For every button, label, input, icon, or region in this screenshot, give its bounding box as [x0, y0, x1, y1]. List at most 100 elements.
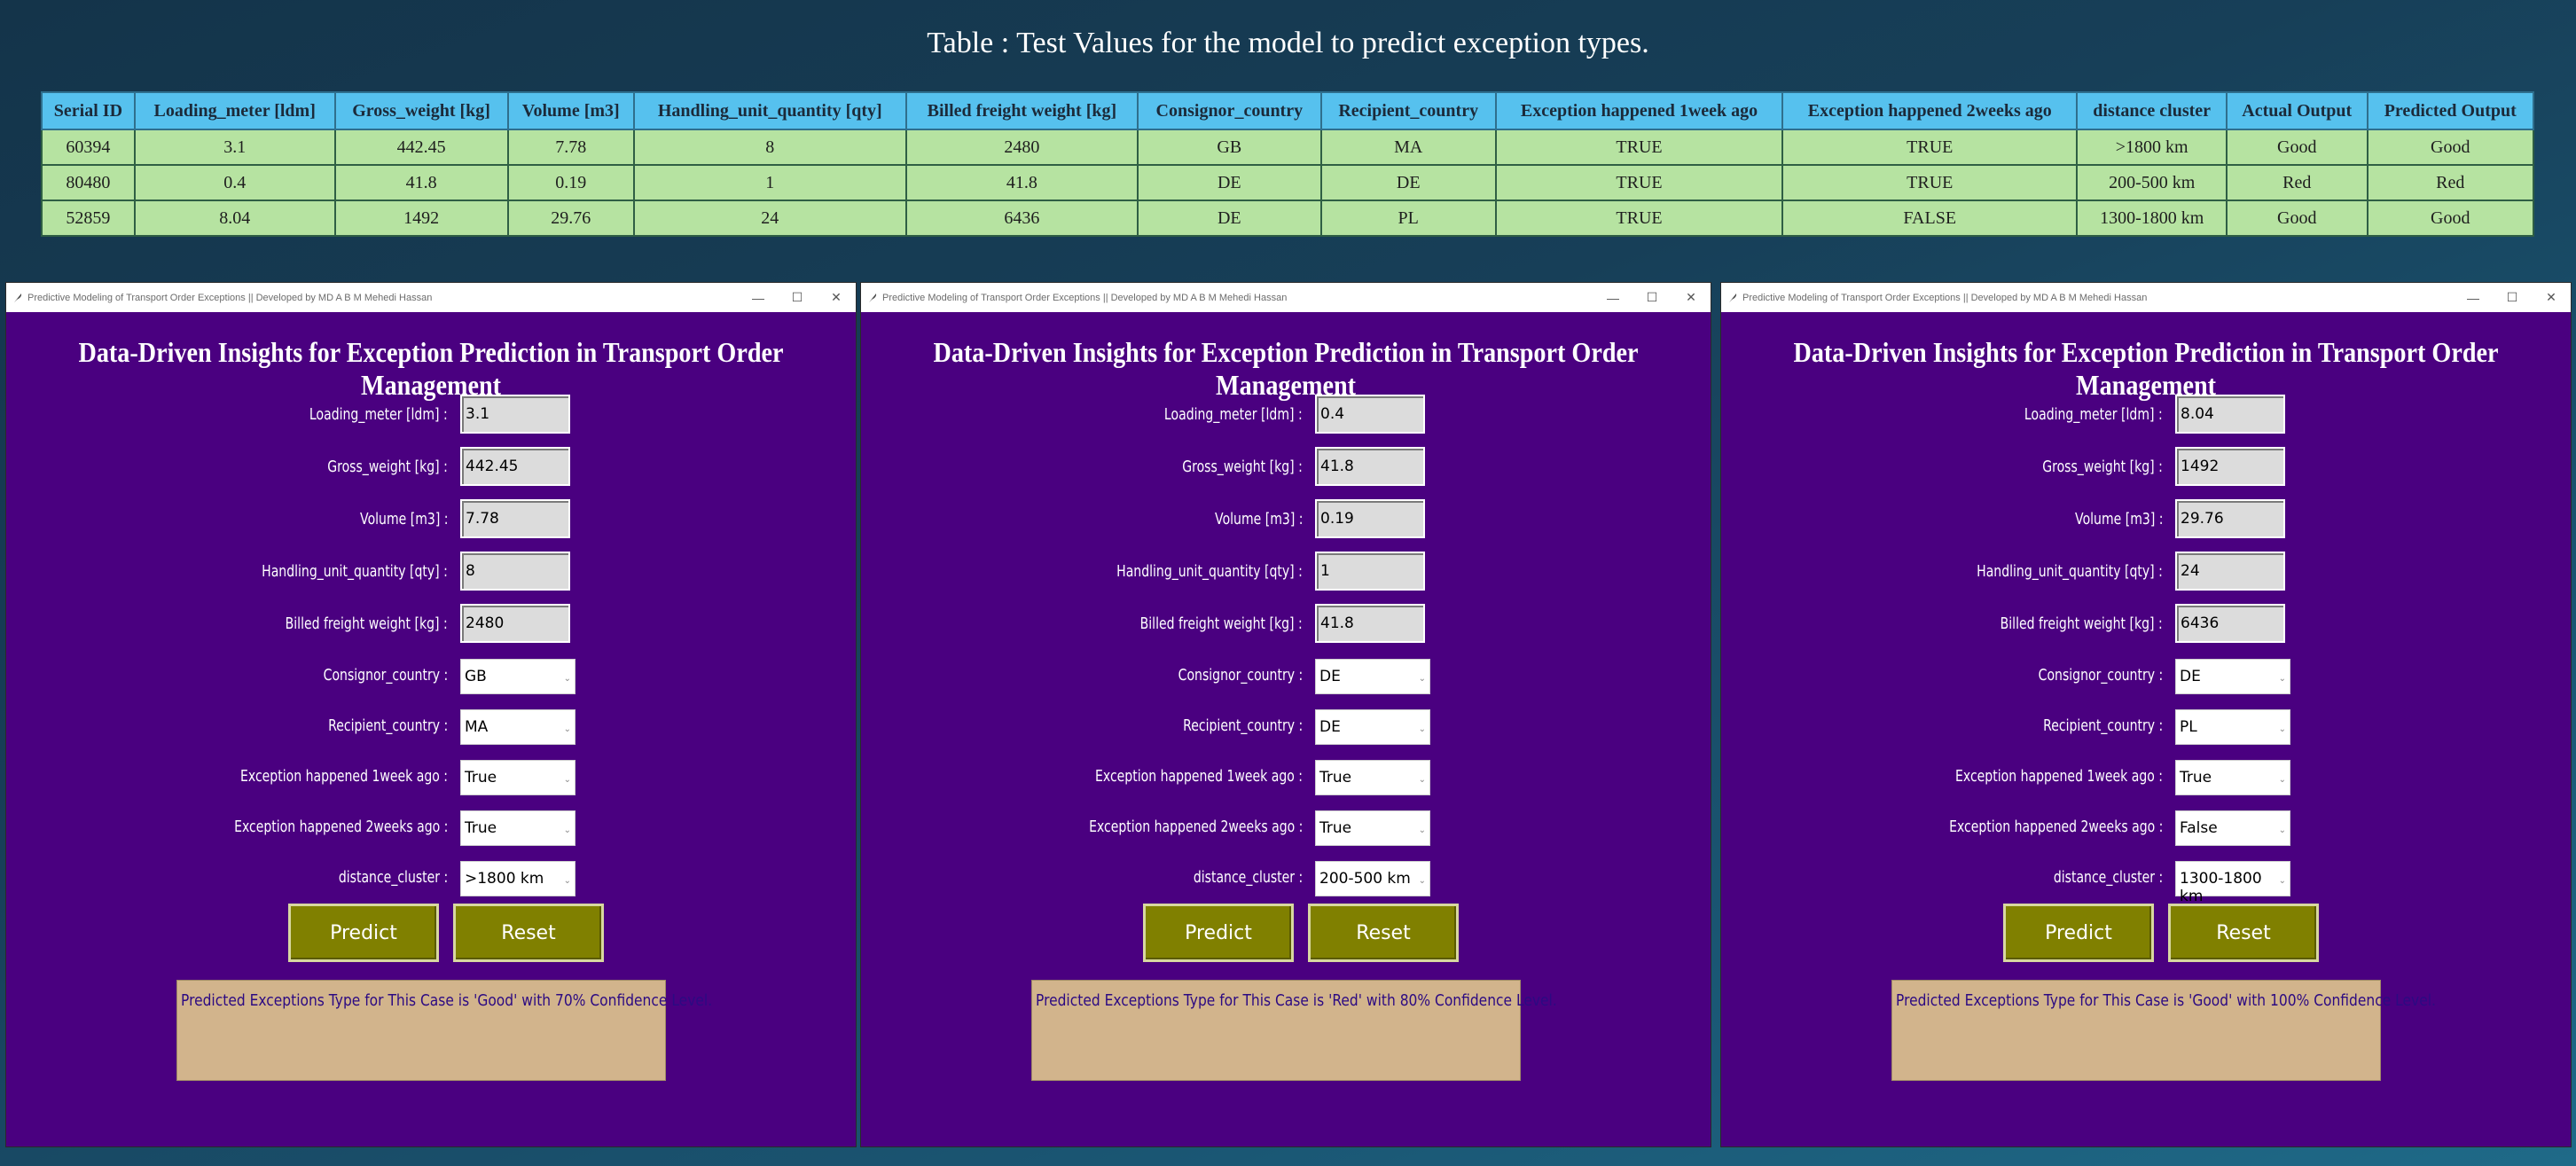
exception-1week-select[interactable]: True ⌄	[2175, 760, 2290, 795]
minimize-icon[interactable]: —	[1593, 291, 1633, 305]
maximize-icon[interactable]: ☐	[2493, 290, 2532, 305]
table-cell: 1	[632, 164, 907, 201]
table-cell: MA	[1319, 129, 1497, 166]
field-row-exception-1week: Exception happened 1week ago : True ⌄	[861, 756, 1711, 801]
maximize-icon[interactable]: ☐	[778, 290, 817, 305]
table-header-row: Serial ID Loading_meter [ldm] Gross_weig…	[41, 91, 2534, 130]
table-cell: 1492	[333, 200, 509, 237]
prediction-result-text: Predicted Exceptions Type for This Case …	[1896, 991, 2436, 1010]
exception-1week-select[interactable]: True ⌄	[460, 760, 575, 795]
feather-icon	[14, 293, 22, 302]
minimize-icon[interactable]: —	[2454, 291, 2493, 305]
field-row-handling-unit-quantity: Handling_unit_quantity [qty] : 1	[861, 552, 1711, 596]
loading-meter-label: Loading_meter [ldm] :	[1164, 405, 1303, 424]
reset-button[interactable]: Reset	[2168, 904, 2319, 962]
table-cell: Good	[2226, 129, 2369, 166]
predict-button[interactable]: Predict	[1143, 904, 1294, 962]
billed-freight-weight-input[interactable]: 6436	[2175, 604, 2285, 643]
handling-unit-quantity-input[interactable]: 1	[1315, 552, 1425, 591]
consignor-country-select[interactable]: GB ⌄	[460, 659, 575, 694]
table-cell: Good	[2366, 200, 2534, 237]
exception-2weeks-select[interactable]: True ⌄	[460, 810, 575, 846]
predict-button[interactable]: Predict	[2003, 904, 2154, 962]
consignor-country-label: Consignor_country :	[323, 666, 448, 685]
gross-weight-input[interactable]: 1492	[2175, 447, 2285, 486]
table-cell: FALSE	[1781, 200, 2079, 237]
loading-meter-input[interactable]: 3.1	[460, 395, 570, 434]
maximize-icon[interactable]: ☐	[1633, 290, 1672, 305]
distance-cluster-value: >1800 km	[465, 870, 544, 888]
table-cell: TRUE	[1494, 164, 1784, 201]
reset-button[interactable]: Reset	[453, 904, 604, 962]
handling-unit-quantity-input[interactable]: 8	[460, 552, 570, 591]
gross-weight-input[interactable]: 41.8	[1315, 447, 1425, 486]
volume-input[interactable]: 7.78	[460, 499, 570, 538]
close-icon[interactable]: ✕	[1672, 290, 1711, 305]
field-row-loading-meter: Loading_meter [ldm] : 8.04	[1721, 395, 2571, 439]
gross-weight-label: Gross_weight [kg] :	[327, 458, 448, 476]
predict-button[interactable]: Predict	[288, 904, 439, 962]
table-cell: 2480	[904, 129, 1139, 166]
table-cell: 0.4	[133, 164, 336, 201]
chevron-down-icon: ⌄	[563, 876, 571, 886]
handling-unit-quantity-label: Handling_unit_quantity [qty] :	[262, 562, 448, 581]
table-cell: >1800 km	[2076, 129, 2228, 166]
table-cell: PL	[1319, 200, 1497, 237]
loading-meter-input[interactable]: 8.04	[2175, 395, 2285, 434]
distance-cluster-value: 200-500 km	[1319, 870, 1411, 888]
exception-1week-select[interactable]: True ⌄	[1315, 760, 1430, 795]
field-row-distance-cluster: distance_cluster : 1300-1800 km ⌄	[1721, 857, 2571, 905]
volume-input[interactable]: 0.19	[1315, 499, 1425, 538]
chevron-down-icon: ⌄	[563, 724, 571, 734]
chevron-down-icon: ⌄	[2278, 724, 2286, 734]
distance-cluster-select[interactable]: 1300-1800 km ⌄	[2175, 861, 2290, 905]
chevron-down-icon: ⌄	[563, 826, 571, 835]
field-row-distance-cluster: distance_cluster : 200-500 km ⌄	[861, 857, 1711, 902]
distance-cluster-select[interactable]: >1800 km ⌄	[460, 861, 575, 896]
window-titlebar[interactable]: Predictive Modeling of Transport Order E…	[1721, 283, 2571, 312]
handling-unit-quantity-input[interactable]: 24	[2175, 552, 2285, 591]
close-icon[interactable]: ✕	[2532, 290, 2571, 305]
table-cell: Good	[2366, 129, 2534, 166]
billed-freight-weight-label: Billed freight weight [kg] :	[285, 614, 448, 633]
recipient-country-label: Recipient_country :	[1182, 716, 1303, 735]
close-icon[interactable]: ✕	[817, 290, 856, 305]
table-header-cell: Predicted Output	[2366, 91, 2534, 130]
consignor-country-select[interactable]: DE ⌄	[2175, 659, 2290, 694]
field-row-exception-2weeks: Exception happened 2weeks ago : False ⌄	[1721, 807, 2571, 851]
distance-cluster-label: distance_cluster :	[338, 868, 448, 887]
recipient-country-select[interactable]: PL ⌄	[2175, 709, 2290, 745]
gross-weight-input[interactable]: 442.45	[460, 447, 570, 486]
handling-unit-quantity-label: Handling_unit_quantity [qty] :	[1116, 562, 1303, 581]
reset-button[interactable]: Reset	[1308, 904, 1459, 962]
volume-label: Volume [m3] :	[359, 510, 448, 528]
billed-freight-weight-input[interactable]: 41.8	[1315, 604, 1425, 643]
table-header-cell: Serial ID	[41, 91, 136, 130]
volume-input[interactable]: 29.76	[2175, 499, 2285, 538]
field-row-consignor-country: Consignor_country : GB ⌄	[6, 655, 856, 700]
distance-cluster-select[interactable]: 200-500 km ⌄	[1315, 861, 1430, 896]
chevron-down-icon: ⌄	[1418, 724, 1426, 734]
table-header-cell: Gross_weight [kg]	[333, 91, 509, 130]
recipient-country-select[interactable]: DE ⌄	[1315, 709, 1430, 745]
window-titlebar[interactable]: Predictive Modeling of Transport Order E…	[6, 283, 856, 312]
exception-2weeks-value: True	[1319, 819, 1352, 837]
exception-2weeks-select[interactable]: False ⌄	[2175, 810, 2290, 846]
table-cell: 8.04	[133, 200, 336, 237]
consignor-country-select[interactable]: DE ⌄	[1315, 659, 1430, 694]
prediction-result: Predicted Exceptions Type for This Case …	[176, 980, 712, 1081]
table-header-cell: Loading_meter [ldm]	[133, 91, 336, 130]
exception-1week-label: Exception happened 1week ago :	[1954, 767, 2163, 786]
loading-meter-input[interactable]: 0.4	[1315, 395, 1425, 434]
exception-2weeks-select[interactable]: True ⌄	[1315, 810, 1430, 846]
recipient-country-select[interactable]: MA ⌄	[460, 709, 575, 745]
table-cell: TRUE	[1781, 164, 2079, 201]
recipient-country-value: PL	[2180, 718, 2197, 736]
field-row-loading-meter: Loading_meter [ldm] : 0.4	[861, 395, 1711, 439]
exception-1week-label: Exception happened 1week ago :	[239, 767, 448, 786]
field-row-billed-freight-weight: Billed freight weight [kg] : 41.8	[861, 604, 1711, 648]
window-titlebar[interactable]: Predictive Modeling of Transport Order E…	[861, 283, 1711, 312]
chevron-down-icon: ⌄	[563, 674, 571, 684]
minimize-icon[interactable]: —	[739, 291, 778, 305]
billed-freight-weight-input[interactable]: 2480	[460, 604, 570, 643]
